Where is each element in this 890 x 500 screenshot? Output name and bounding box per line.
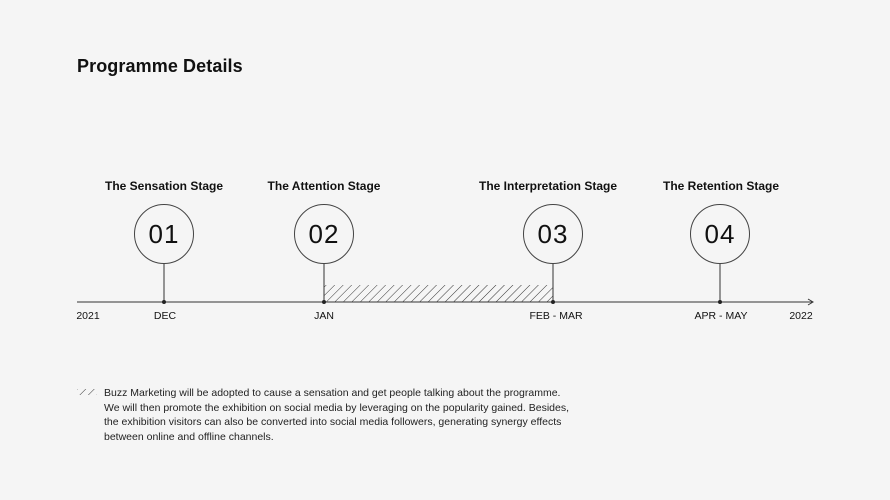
hatch-swatch-icon — [77, 389, 97, 395]
axis-tick-label: JAN — [314, 310, 334, 322]
stage-title-4: The Retention Stage — [662, 179, 780, 193]
axis-end-label: 2022 — [789, 310, 813, 322]
axis-tick-label: FEB - MAR — [529, 310, 583, 322]
axis-tick-label: DEC — [153, 310, 177, 322]
axis-start-label: 2021 — [76, 310, 100, 322]
stage-number-3: 03 — [523, 204, 583, 264]
stage-number-1: 01 — [134, 204, 194, 264]
axis-tick-label: APR - MAY — [694, 310, 748, 322]
stage-number-2: 02 — [294, 204, 354, 264]
stage-dot-1 — [162, 300, 166, 304]
stage-title-1: The Sensation Stage — [104, 179, 224, 193]
legend-text: Buzz Marketing will be adopted to cause … — [104, 387, 569, 443]
hatched-period — [324, 285, 553, 302]
stage-title-3: The Interpretation Stage — [478, 179, 618, 193]
stage-number-4: 04 — [690, 204, 750, 264]
stage-dot-4 — [718, 300, 722, 304]
stage-dot-3 — [551, 300, 555, 304]
stage-title-2: The Attention Stage — [267, 179, 381, 193]
stage-dot-2 — [322, 300, 326, 304]
